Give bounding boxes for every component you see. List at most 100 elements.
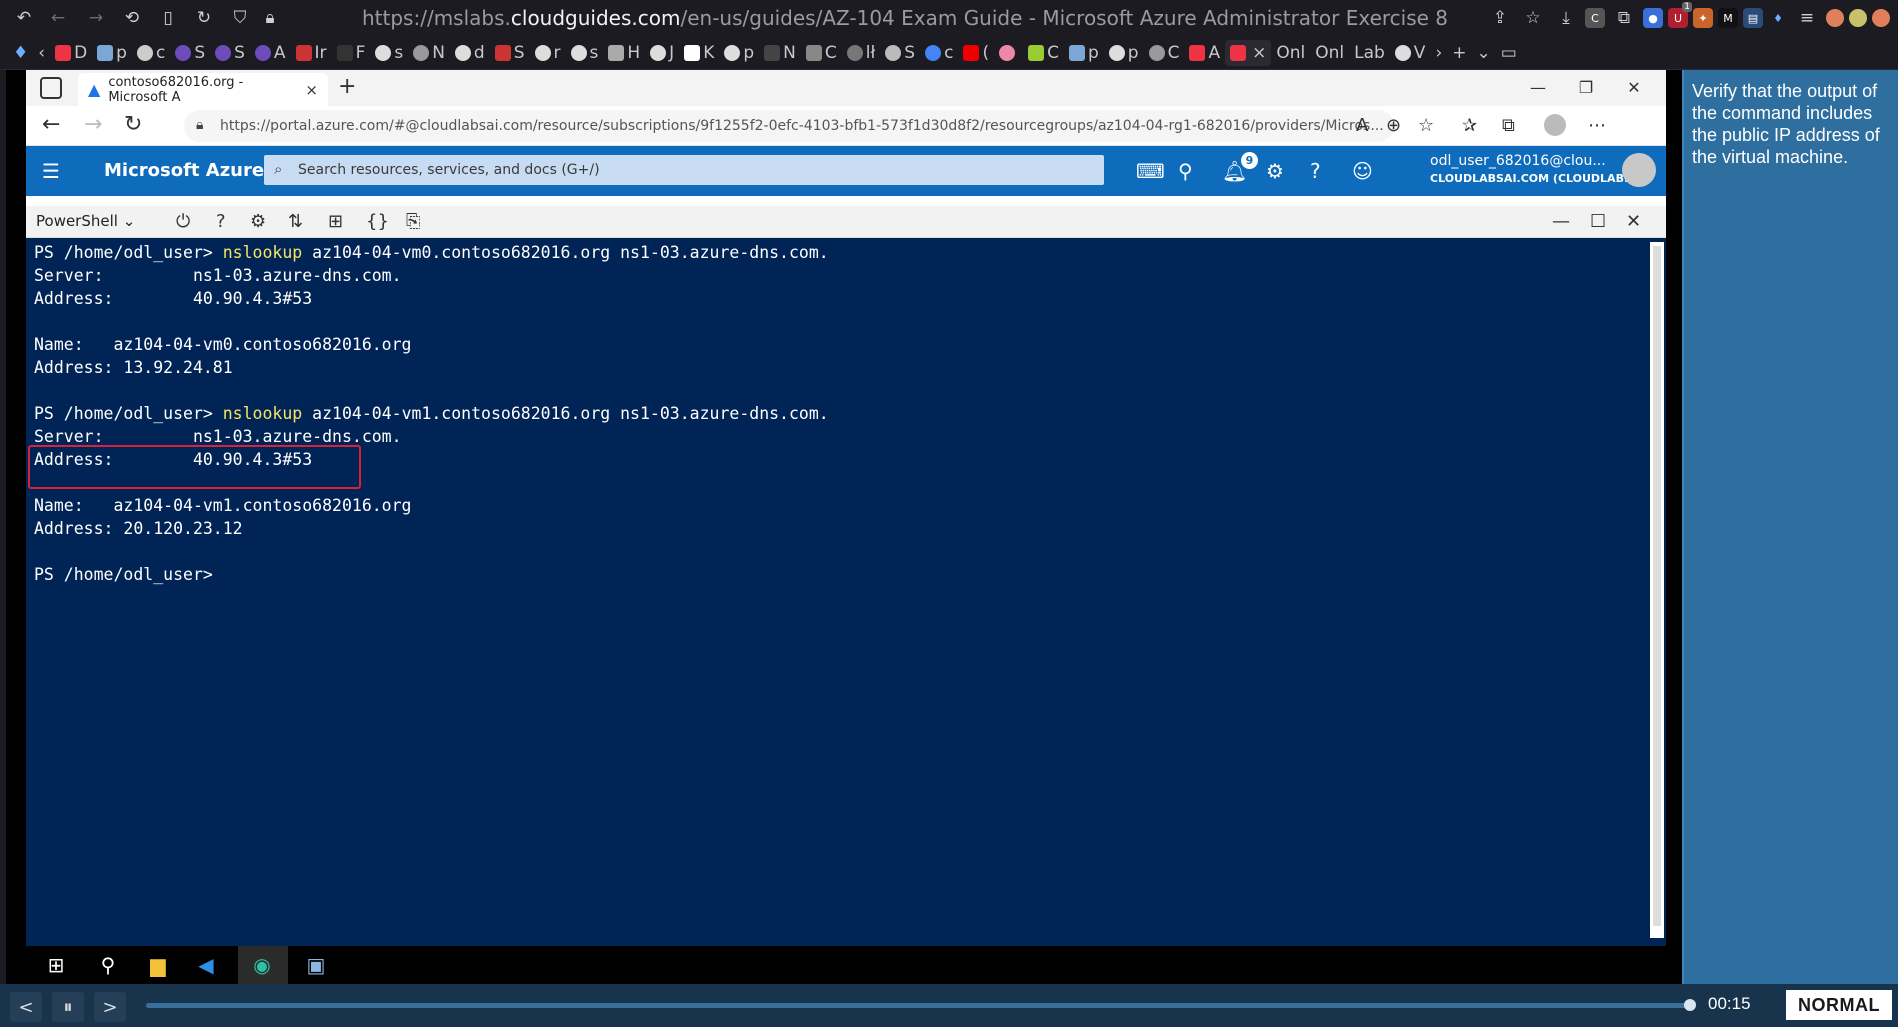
outer-tab[interactable]: S: [170, 40, 210, 66]
edge-icon[interactable]: ◉: [248, 952, 276, 978]
back-icon[interactable]: ←: [44, 4, 72, 32]
menu-icon[interactable]: ≡: [1793, 4, 1821, 32]
outer-tab[interactable]: N: [759, 40, 801, 66]
bookmark-star-icon[interactable]: ☆: [1519, 4, 1547, 32]
directory-filter-icon[interactable]: ⚲: [1178, 159, 1193, 183]
forward-icon[interactable]: →: [84, 112, 102, 137]
outer-tab[interactable]: p: [719, 40, 759, 66]
outer-tab[interactable]: C: [801, 40, 842, 66]
window-close-dot[interactable]: [1826, 9, 1844, 27]
outer-tab[interactable]: K: [679, 40, 719, 66]
cloud-shell-icon[interactable]: ⌨: [1136, 159, 1165, 183]
outer-tab[interactable]: [994, 40, 1023, 66]
outer-tab[interactable]: p: [1104, 40, 1144, 66]
pin-icon[interactable]: ♦: [1768, 8, 1788, 28]
outer-tab[interactable]: H: [603, 40, 645, 66]
terminal-scrollbar[interactable]: [1650, 242, 1664, 938]
web-preview-icon[interactable]: ⎘: [406, 211, 420, 232]
open-new-session-icon[interactable]: ⊞: [328, 211, 343, 232]
azure-brand[interactable]: Microsoft Azure: [104, 160, 264, 181]
outer-tab[interactable]: r: [530, 40, 566, 66]
more-icon[interactable]: ⋯: [1588, 115, 1606, 136]
tab-actions-icon[interactable]: [40, 77, 62, 99]
previous-step-button[interactable]: <: [10, 992, 42, 1022]
minimize-icon[interactable]: —: [1514, 72, 1562, 102]
outer-tab[interactable]: Onl: [1271, 40, 1310, 66]
outer-url-bar[interactable]: https://mslabs. cloudguides.com/en-us/gui…: [362, 4, 1502, 32]
help-icon[interactable]: ?: [1310, 159, 1321, 183]
outer-tab[interactable]: A: [250, 40, 291, 66]
azure-search-input[interactable]: ⌕ Search resources, services, and docs (…: [264, 155, 1104, 185]
outer-tab[interactable]: c: [920, 40, 958, 66]
outer-tab[interactable]: s: [370, 40, 408, 66]
settings-gear-icon[interactable]: ⚙: [1266, 159, 1284, 183]
undo-icon[interactable]: ↶: [10, 4, 38, 32]
outer-tab[interactable]: Ir: [291, 40, 332, 66]
settings-gear-icon[interactable]: ⚙: [250, 211, 266, 232]
reload-icon[interactable]: ↻: [190, 4, 218, 32]
sync-icon[interactable]: ⟲: [118, 4, 146, 32]
progress-track[interactable]: [146, 999, 1696, 1011]
tab-scroll-left-icon[interactable]: ‹: [33, 40, 50, 66]
profile-icon[interactable]: [1544, 114, 1566, 136]
pause-button[interactable]: ⏸: [52, 992, 84, 1022]
outer-tab[interactable]: C: [1144, 40, 1185, 66]
hamburger-menu-icon[interactable]: ☰: [42, 159, 60, 183]
outer-tab[interactable]: J: [645, 40, 679, 66]
ublock-icon[interactable]: U1: [1668, 2, 1692, 28]
extension-black-icon[interactable]: M: [1718, 8, 1738, 28]
outer-tab[interactable]: A: [1184, 40, 1225, 66]
outer-tab[interactable]: V: [1390, 40, 1431, 66]
collections-icon[interactable]: ⧉: [1502, 115, 1515, 136]
outer-tab[interactable]: S: [490, 40, 530, 66]
tab-scroll-right-icon[interactable]: ›: [1430, 40, 1447, 66]
new-tab-icon[interactable]: +: [1447, 40, 1471, 66]
outer-tab[interactable]: p: [1064, 40, 1104, 66]
extension-orange-icon[interactable]: ✦: [1693, 8, 1713, 28]
tab-pin-icon[interactable]: ♦: [8, 40, 33, 66]
outer-tab[interactable]: S: [880, 40, 920, 66]
zoom-icon[interactable]: ⊕: [1386, 115, 1401, 136]
outer-tab[interactable]: d: [450, 40, 490, 66]
restart-power-icon[interactable]: ⏻: [176, 211, 190, 232]
panel-resize-grip[interactable]: [26, 196, 1666, 206]
favorite-add-icon[interactable]: ☆: [1418, 115, 1434, 136]
shield-icon[interactable]: ⛉: [226, 4, 254, 32]
edge-url-field[interactable]: 🔒︎ https://portal.azure.com/#@cloudlabsa…: [184, 110, 1394, 142]
window-minimize-dot[interactable]: [1849, 9, 1867, 27]
outer-tab[interactable]: C: [1023, 40, 1064, 66]
outer-tab[interactable]: Lab: [1349, 40, 1390, 66]
vscode-icon[interactable]: ◀: [192, 952, 220, 978]
forward-icon[interactable]: →: [82, 4, 110, 32]
help-icon[interactable]: ?: [216, 211, 226, 232]
sidebar-icon[interactable]: ▯: [154, 4, 182, 32]
read-aloud-icon[interactable]: A: [1356, 115, 1368, 136]
shell-selector[interactable]: PowerShell ⌄: [36, 212, 135, 230]
file-explorer-icon[interactable]: ▆: [144, 952, 172, 978]
next-step-button[interactable]: >: [94, 992, 126, 1022]
new-tab-icon[interactable]: +: [338, 74, 356, 99]
tab-close-icon[interactable]: ×: [1252, 43, 1266, 63]
server-manager-icon[interactable]: ▣: [302, 952, 330, 978]
window-maximize-dot[interactable]: [1872, 9, 1890, 27]
feedback-icon[interactable]: ☺: [1352, 159, 1373, 183]
scrollbar-thumb[interactable]: [1653, 246, 1661, 926]
outer-tab[interactable]: Onl: [1310, 40, 1349, 66]
outer-tab[interactable]: lł: [842, 40, 881, 66]
outer-tab[interactable]: p: [92, 40, 132, 66]
close-icon[interactable]: ✕: [1626, 211, 1641, 232]
editor-braces-icon[interactable]: {}: [366, 211, 389, 232]
outer-tab-active[interactable]: ×: [1225, 39, 1272, 66]
close-tab-icon[interactable]: ×: [305, 81, 318, 99]
search-icon[interactable]: ⚲: [94, 952, 122, 978]
upload-download-icon[interactable]: ⇅: [288, 211, 303, 232]
back-icon[interactable]: ←: [42, 112, 60, 137]
progress-knob[interactable]: [1684, 999, 1696, 1011]
outer-tab[interactable]: F: [332, 40, 371, 66]
close-icon[interactable]: ✕: [1610, 72, 1658, 102]
cloud-shell-terminal[interactable]: PS /home/odl_user> nslookup az104-04-vm0…: [26, 238, 1666, 946]
avatar[interactable]: [1622, 153, 1656, 187]
puzzle-icon[interactable]: ⧉: [1610, 4, 1638, 32]
outer-tab[interactable]: S: [210, 40, 250, 66]
account-icon[interactable]: ●: [1643, 8, 1663, 28]
